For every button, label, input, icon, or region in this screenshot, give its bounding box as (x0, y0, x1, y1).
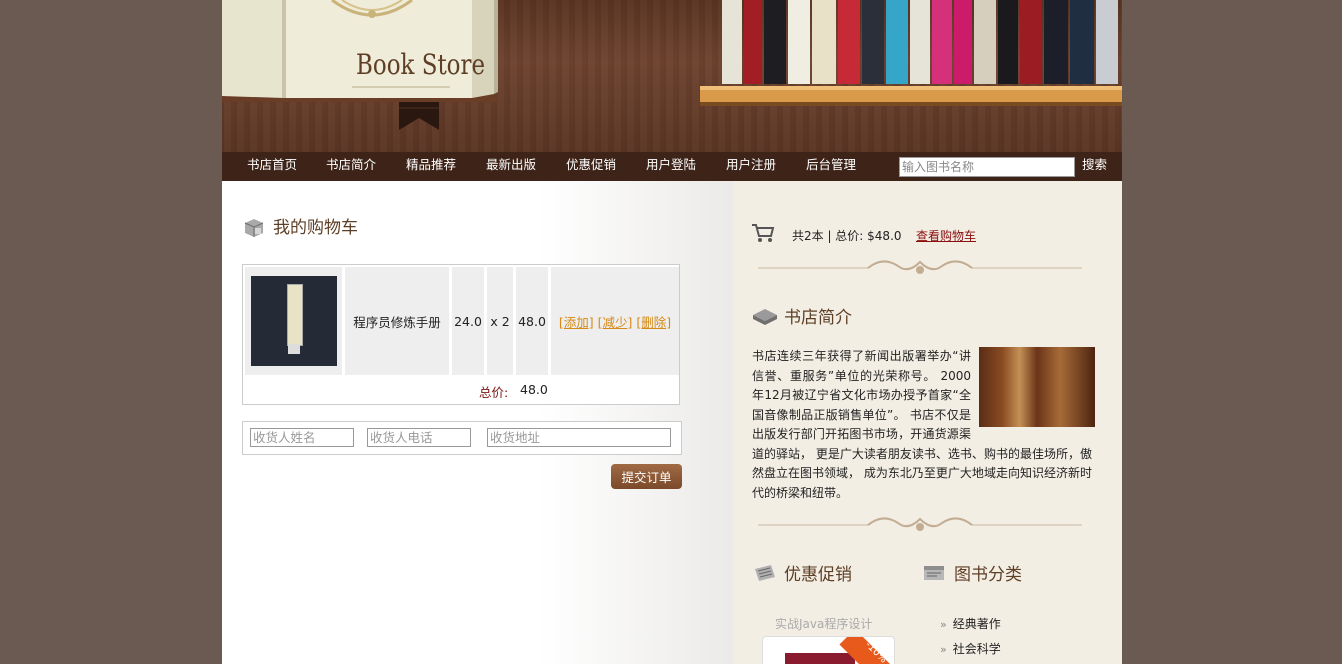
receiver-name-input[interactable] (250, 428, 354, 447)
search-input[interactable] (899, 157, 1075, 177)
cart-table: 程序员修炼手册 24.0 x 2 48.0 [添加] [减少] [删除] 总价:… (242, 264, 680, 405)
intro-title: 书店简介 (784, 308, 852, 328)
submit-order-button[interactable]: 提交订单 (611, 464, 682, 489)
library-shelf-image (979, 347, 1095, 427)
top-nav: 书店首页 书店简介 精品推荐 最新出版 优惠促销 用户登陆 用户注册 后台管理 … (222, 152, 1122, 181)
promo-title: 优惠促销 (784, 565, 852, 585)
store-title: Book Store (356, 48, 486, 81)
table-row-subtotal: 48.0 (516, 267, 548, 375)
category-item-social-science[interactable]: » 社会科学 (940, 640, 1001, 657)
table-row-actions: [添加] [减少] [删除] (551, 267, 679, 375)
nav-item-login[interactable]: 用户登陆 (646, 152, 696, 181)
header-banner: Book Store (222, 0, 1122, 152)
cart-box-icon (244, 219, 264, 237)
view-cart-link[interactable]: 查看购物车 (916, 227, 976, 244)
ornament-divider-icon (758, 517, 1082, 531)
search-button[interactable]: 搜索 (1082, 152, 1107, 177)
intro-text-block: 书店连续三年获得了新闻出版署举办“讲信誉、重服务”单位的光荣称号。 2000年1… (752, 347, 1095, 503)
promo-book-title[interactable]: 实战Java程序设计 (775, 615, 872, 632)
book-thumbnail-cell (245, 267, 342, 375)
delete-item-link[interactable]: [删除] (636, 312, 671, 331)
table-row-price: 24.0 (452, 267, 484, 375)
book-cover-thumbnail (250, 276, 337, 366)
total-value: 48.0 (520, 382, 548, 397)
cart-section: 我的购物车 程序员修炼手册 24.0 x 2 48.0 [添加] [减少] [删… (222, 181, 733, 664)
book-stack-icon (753, 309, 777, 325)
cart-title: 我的购物车 (273, 218, 358, 238)
nav-item-new-releases[interactable]: 最新出版 (486, 152, 536, 181)
nav-item-admin[interactable]: 后台管理 (806, 152, 856, 181)
decrease-item-link[interactable]: [减少] (598, 312, 633, 331)
page: Book Store 书店首页 书店简介 精品推荐 最新出版 优惠促销 用户登陆… (222, 0, 1122, 664)
nav-item-about[interactable]: 书店简介 (326, 152, 376, 181)
category-title: 图书分类 (954, 565, 1022, 585)
double-chevron-right-icon: » (940, 643, 947, 656)
total-label: 总价: (479, 385, 509, 400)
bookshelf-illustration (700, 0, 1122, 106)
nav-item-home[interactable]: 书店首页 (247, 152, 297, 181)
bookmark-ribbon-icon (399, 102, 439, 130)
nav-item-featured[interactable]: 精品推荐 (406, 152, 456, 181)
cart-summary: 共2本 | 总价: $48.0 (792, 229, 902, 243)
newspaper-icon (755, 565, 775, 581)
sidebar: 共2本 | 总价: $48.0 查看购物车 书店简介 书店连续三年获得了新闻出版… (733, 181, 1122, 664)
shopping-cart-icon (752, 224, 775, 242)
promo-book-card[interactable]: -10% (762, 636, 895, 664)
receiver-address-input[interactable] (487, 428, 671, 447)
nav-item-promotions[interactable]: 优惠促销 (566, 152, 616, 181)
shipping-form (242, 421, 682, 455)
receiver-phone-input[interactable] (367, 428, 471, 447)
table-row-qty: x 2 (487, 267, 513, 375)
table-row-book-name: 程序员修炼手册 (345, 267, 449, 375)
ornament-divider-icon (758, 260, 1082, 274)
nav-item-register[interactable]: 用户注册 (726, 152, 776, 181)
category-item-classics[interactable]: » 经典著作 (940, 615, 1001, 632)
double-chevron-right-icon: » (940, 618, 947, 631)
category-folder-icon (924, 566, 944, 580)
add-item-link[interactable]: [添加] (559, 312, 594, 331)
